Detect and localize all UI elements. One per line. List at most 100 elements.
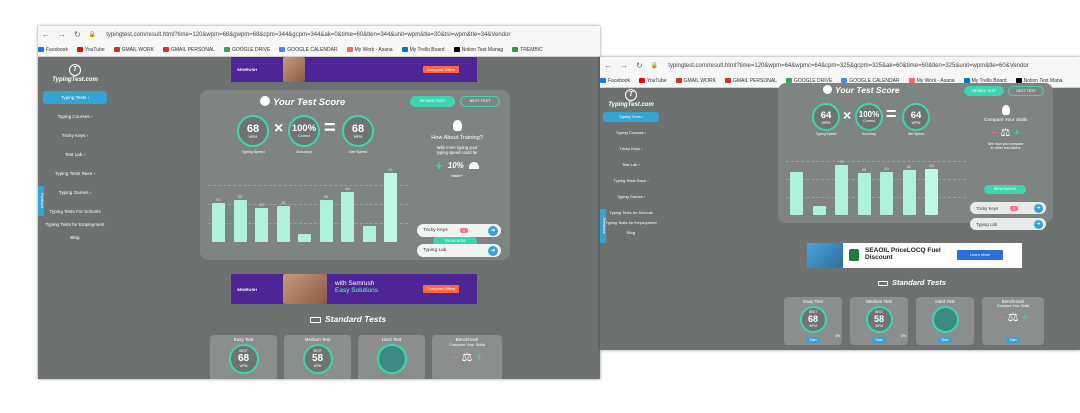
- scale-icon: − ⚖ +: [991, 127, 1020, 139]
- standard-tests-title: Standard Tests: [310, 314, 386, 324]
- sidebar-item-employment[interactable]: Typing Tests for Employment: [600, 218, 662, 228]
- chart-bar: [384, 172, 397, 242]
- benchmark-card[interactable]: Benchmark Compare Your Skills − ⚖ + Star…: [982, 297, 1044, 345]
- sidebar-item-race[interactable]: Typing Tests Race ›: [600, 176, 662, 186]
- bookmark[interactable]: Facebook: [600, 78, 630, 84]
- ad-cta-button[interactable]: Compare Offers: [423, 285, 459, 293]
- sidebar-item-typing-tests[interactable]: Typing Tests ›: [603, 112, 659, 122]
- reload-icon[interactable]: ↻: [74, 30, 81, 39]
- sidebar-item-typing-courses[interactable]: Typing Courses ›: [38, 110, 112, 123]
- retake-test-button[interactable]: RETAKE TEST: [410, 96, 455, 107]
- bookmark[interactable]: TREMBIC: [512, 47, 543, 53]
- chart-bar-label: 70: [839, 158, 844, 164]
- bottom-ad[interactable]: SEMRUSH with Semrush Easy Solutions Compa…: [231, 274, 477, 304]
- sidebar-item-schools[interactable]: Typing Tests For Schools: [38, 205, 112, 218]
- easy-test-card[interactable]: Easy Test BEST 68 WPM: [210, 335, 277, 379]
- arrow-right-icon[interactable]: ➜: [488, 245, 498, 256]
- chart-bar: [835, 164, 848, 215]
- feedback-tab[interactable]: Feedback: [38, 186, 44, 216]
- bookmark[interactable]: GOOGLE CALENDAR: [279, 47, 338, 53]
- sidebar-item-games[interactable]: Typing Games ›: [600, 192, 662, 202]
- forward-icon[interactable]: →: [620, 61, 628, 70]
- bookmark[interactable]: GMAIL WORK: [675, 78, 716, 84]
- chart-bar: [857, 173, 871, 215]
- sidebar-item-typing-tests[interactable]: Typing Tests ›: [43, 91, 107, 104]
- address-bar[interactable]: ← → ↻ 🔒 typingtest.com/result.html?time=…: [600, 57, 1080, 74]
- back-icon[interactable]: ←: [604, 61, 612, 70]
- back-icon[interactable]: ←: [42, 30, 50, 39]
- sidebar-item-test-lab[interactable]: Test Lab ›: [600, 160, 662, 170]
- sidebar-item-games[interactable]: Typing Games ›: [38, 186, 112, 199]
- hard-test-card[interactable]: Hard Test: [358, 335, 425, 379]
- medium-test-card[interactable]: Medium Test BEST 58 WPM: [284, 335, 351, 379]
- chart-bar-label: 51: [216, 197, 221, 203]
- hard-test-card[interactable]: Hard Test Start: [916, 297, 974, 345]
- bookmark[interactable]: GMAIL PERSONAL: [724, 78, 777, 84]
- url-text[interactable]: typingtest.com/result.html?time=120&wpm=…: [106, 32, 510, 38]
- arrow-right-icon[interactable]: ➜: [1034, 203, 1043, 213]
- site-logo[interactable]: T TypingTest.com: [600, 89, 662, 108]
- keyboard-icon: [310, 316, 321, 323]
- chart-bar-label: 60: [884, 165, 889, 171]
- bookmark[interactable]: GOOGLE DRIVE: [223, 47, 270, 53]
- chart-bar: [298, 234, 311, 242]
- address-bar[interactable]: ← → ↻ 🔒 typingtest.com/result.html?time=…: [38, 26, 600, 43]
- site-logo[interactable]: T TypingTest.com: [38, 64, 112, 83]
- accuracy-ring: 100% Correct: [288, 115, 320, 147]
- sidebar-item-typing-courses[interactable]: Typing Courses ›: [600, 128, 662, 138]
- sidebar-item-blog[interactable]: Blog: [38, 231, 112, 244]
- accuracy-ring: 100% Correct: [855, 103, 883, 131]
- sidebar: T TypingTest.com Typing Tests › Typing C…: [38, 64, 112, 244]
- forward-icon[interactable]: →: [58, 30, 66, 39]
- tricky-keys-row[interactable]: Tricky Keys 4 ➜: [417, 224, 501, 237]
- benchmark-button[interactable]: BENCHMARK: [984, 185, 1026, 194]
- sidebar-item-tricky-keys[interactable]: Tricky Keys ›: [38, 129, 112, 142]
- medium-test-card[interactable]: Medium Test BEST 58 WPM 6% Start: [850, 297, 908, 345]
- ad-photo: [283, 57, 305, 82]
- bookmark[interactable]: YouTube: [76, 47, 105, 53]
- bookmark[interactable]: Notion Test Manag: [453, 47, 503, 53]
- easy-test-card[interactable]: Easy Test BEST 68 WPM 4% Start: [784, 297, 842, 345]
- typing-lab-row[interactable]: Typing Lab ➜: [970, 218, 1046, 230]
- retake-test-button[interactable]: RETAKE TEST: [964, 86, 1004, 96]
- typing-lab-row[interactable]: Typing Lab ➜: [417, 244, 501, 257]
- speed-history-chart: 70 58 60 62 64: [786, 139, 966, 215]
- sidebar-item-tricky-keys[interactable]: Tricky Keys ›: [600, 144, 662, 154]
- start-button[interactable]: Start: [937, 337, 953, 343]
- sidebar-item-race[interactable]: Typing Tests Race ›: [38, 167, 112, 180]
- reload-icon[interactable]: ↻: [636, 61, 643, 70]
- tricky-keys-row[interactable]: Tricky Keys 5 ➜: [970, 202, 1046, 214]
- top-ad[interactable]: SEMRUSH Compare Offers: [231, 57, 477, 82]
- feedback-tab[interactable]: Feedback: [600, 209, 606, 243]
- bookmark[interactable]: My Work - Asana: [346, 47, 393, 53]
- next-test-button[interactable]: NEXT TEST: [1008, 86, 1044, 96]
- sidebar-item-schools[interactable]: Typing Tests for Schools: [600, 208, 662, 218]
- net-speed-ring: 64 WPM: [902, 103, 930, 131]
- sidebar-item-employment[interactable]: Typing Tests for Employment: [38, 218, 112, 231]
- chart-gridline: [786, 161, 966, 162]
- sidebar-item-test-lab[interactable]: Test Lab ›: [38, 148, 112, 161]
- bookmark[interactable]: GMAIL PERSONAL: [162, 47, 215, 53]
- next-test-button[interactable]: NEXT TEST: [460, 96, 500, 107]
- start-button[interactable]: Start: [805, 337, 821, 343]
- bookmark[interactable]: YouTube: [638, 78, 667, 84]
- bookmark[interactable]: Facebook: [38, 47, 68, 53]
- chart-bar-label: 62: [906, 164, 912, 170]
- url-text[interactable]: typingtest.com/result.html?time=120&wpm=…: [668, 63, 1029, 69]
- start-button[interactable]: Start: [1005, 337, 1021, 343]
- arrow-right-icon[interactable]: ➜: [1034, 219, 1043, 229]
- ad-photo: [283, 274, 327, 304]
- bookmark[interactable]: My Trello Board: [401, 47, 445, 53]
- ad-cta-button[interactable]: Compare Offers: [423, 66, 459, 73]
- arrow-right-icon[interactable]: ➜: [488, 225, 498, 236]
- training-tip: How About Training? With more typing you…: [412, 120, 502, 178]
- start-button[interactable]: Start: [871, 337, 887, 343]
- net-speed-ring: 68 WPM: [342, 115, 374, 147]
- seaoil-ad[interactable]: SEAOIL PriceLOCQ Fuel Discount Learn More: [807, 243, 1022, 268]
- compare-skills-tip: Compare Your Skills − ⚖ + See how you co…: [963, 105, 1048, 150]
- sidebar-item-blog[interactable]: Blog: [600, 228, 662, 238]
- benchmark-card[interactable]: Benchmark Compare Your Skills − ⚖ +: [432, 335, 502, 379]
- bookmark[interactable]: GMAIL WORK: [113, 47, 154, 53]
- ad-cta-button[interactable]: Learn More: [957, 250, 1003, 260]
- chart-gridline: [786, 179, 966, 180]
